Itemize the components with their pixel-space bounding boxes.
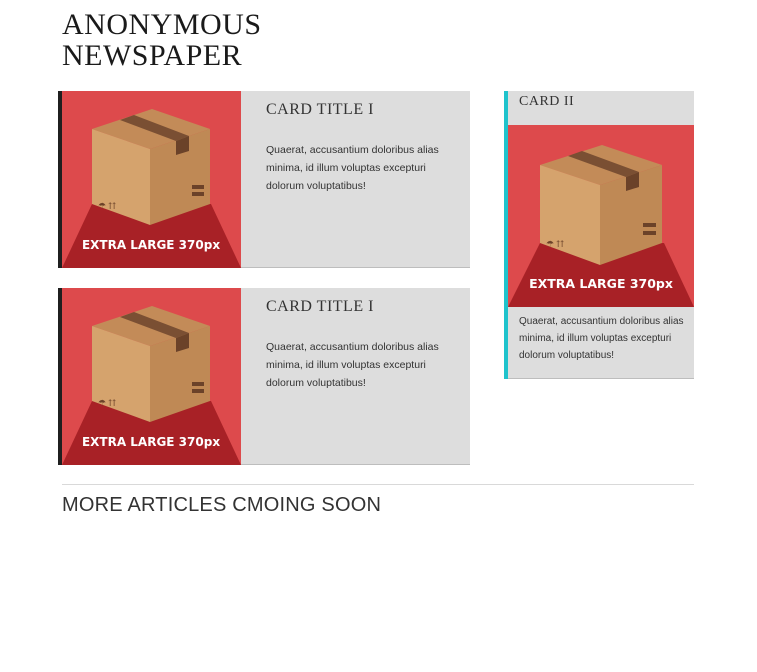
card-bottom-border — [241, 464, 470, 465]
card-text: Quaerat, accusantium doloribus alias min… — [266, 341, 439, 389]
card-image-box-icon: ☂ ⇈ EXTRA LARGE 370px — [62, 288, 241, 465]
site-title: ANONYMOUS NEWSPAPER — [62, 9, 262, 71]
side-card[interactable]: CARD II ☂ ⇈ EXTRA LARGE 370px Quaerat, a… — [504, 91, 694, 379]
card-title[interactable]: CARD TITLE I — [266, 101, 374, 119]
card-image-label: EXTRA LARGE 370px — [82, 238, 220, 252]
section-divider — [62, 484, 694, 485]
svg-text:☂ ⇈: ☂ ⇈ — [546, 239, 564, 249]
card-image-label: EXTRA LARGE 370px — [82, 435, 220, 449]
svg-text:☂ ⇈: ☂ ⇈ — [98, 201, 116, 211]
site-title-line-2: NEWSPAPER — [62, 39, 243, 72]
card-title[interactable]: CARD TITLE I — [266, 298, 374, 316]
article-card-2[interactable]: ☂ ⇈ EXTRA LARGE 370px CARD TITLE I Quaer… — [58, 288, 470, 465]
card-image-box-icon: ☂ ⇈ EXTRA LARGE 370px — [62, 91, 241, 268]
side-card-text: Quaerat, accusantium doloribus alias min… — [519, 316, 684, 361]
more-articles-heading: MORE ARTICLES CMOING SOON — [62, 494, 382, 516]
side-card-bottom-border — [508, 378, 694, 379]
card-bottom-border — [241, 267, 470, 268]
side-card-title[interactable]: CARD II — [519, 94, 574, 110]
card-text: Quaerat, accusantium doloribus alias min… — [266, 144, 439, 192]
side-card-image-label: EXTRA LARGE 370px — [529, 276, 673, 291]
site-title-line-1: ANONYMOUS — [62, 8, 262, 41]
side-card-image-box-icon: ☂ ⇈ EXTRA LARGE 370px — [508, 125, 694, 307]
article-card-1[interactable]: ☂ ⇈ EXTRA LARGE 370px CARD TITLE I Quaer… — [58, 91, 470, 268]
svg-text:☂ ⇈: ☂ ⇈ — [98, 398, 116, 408]
